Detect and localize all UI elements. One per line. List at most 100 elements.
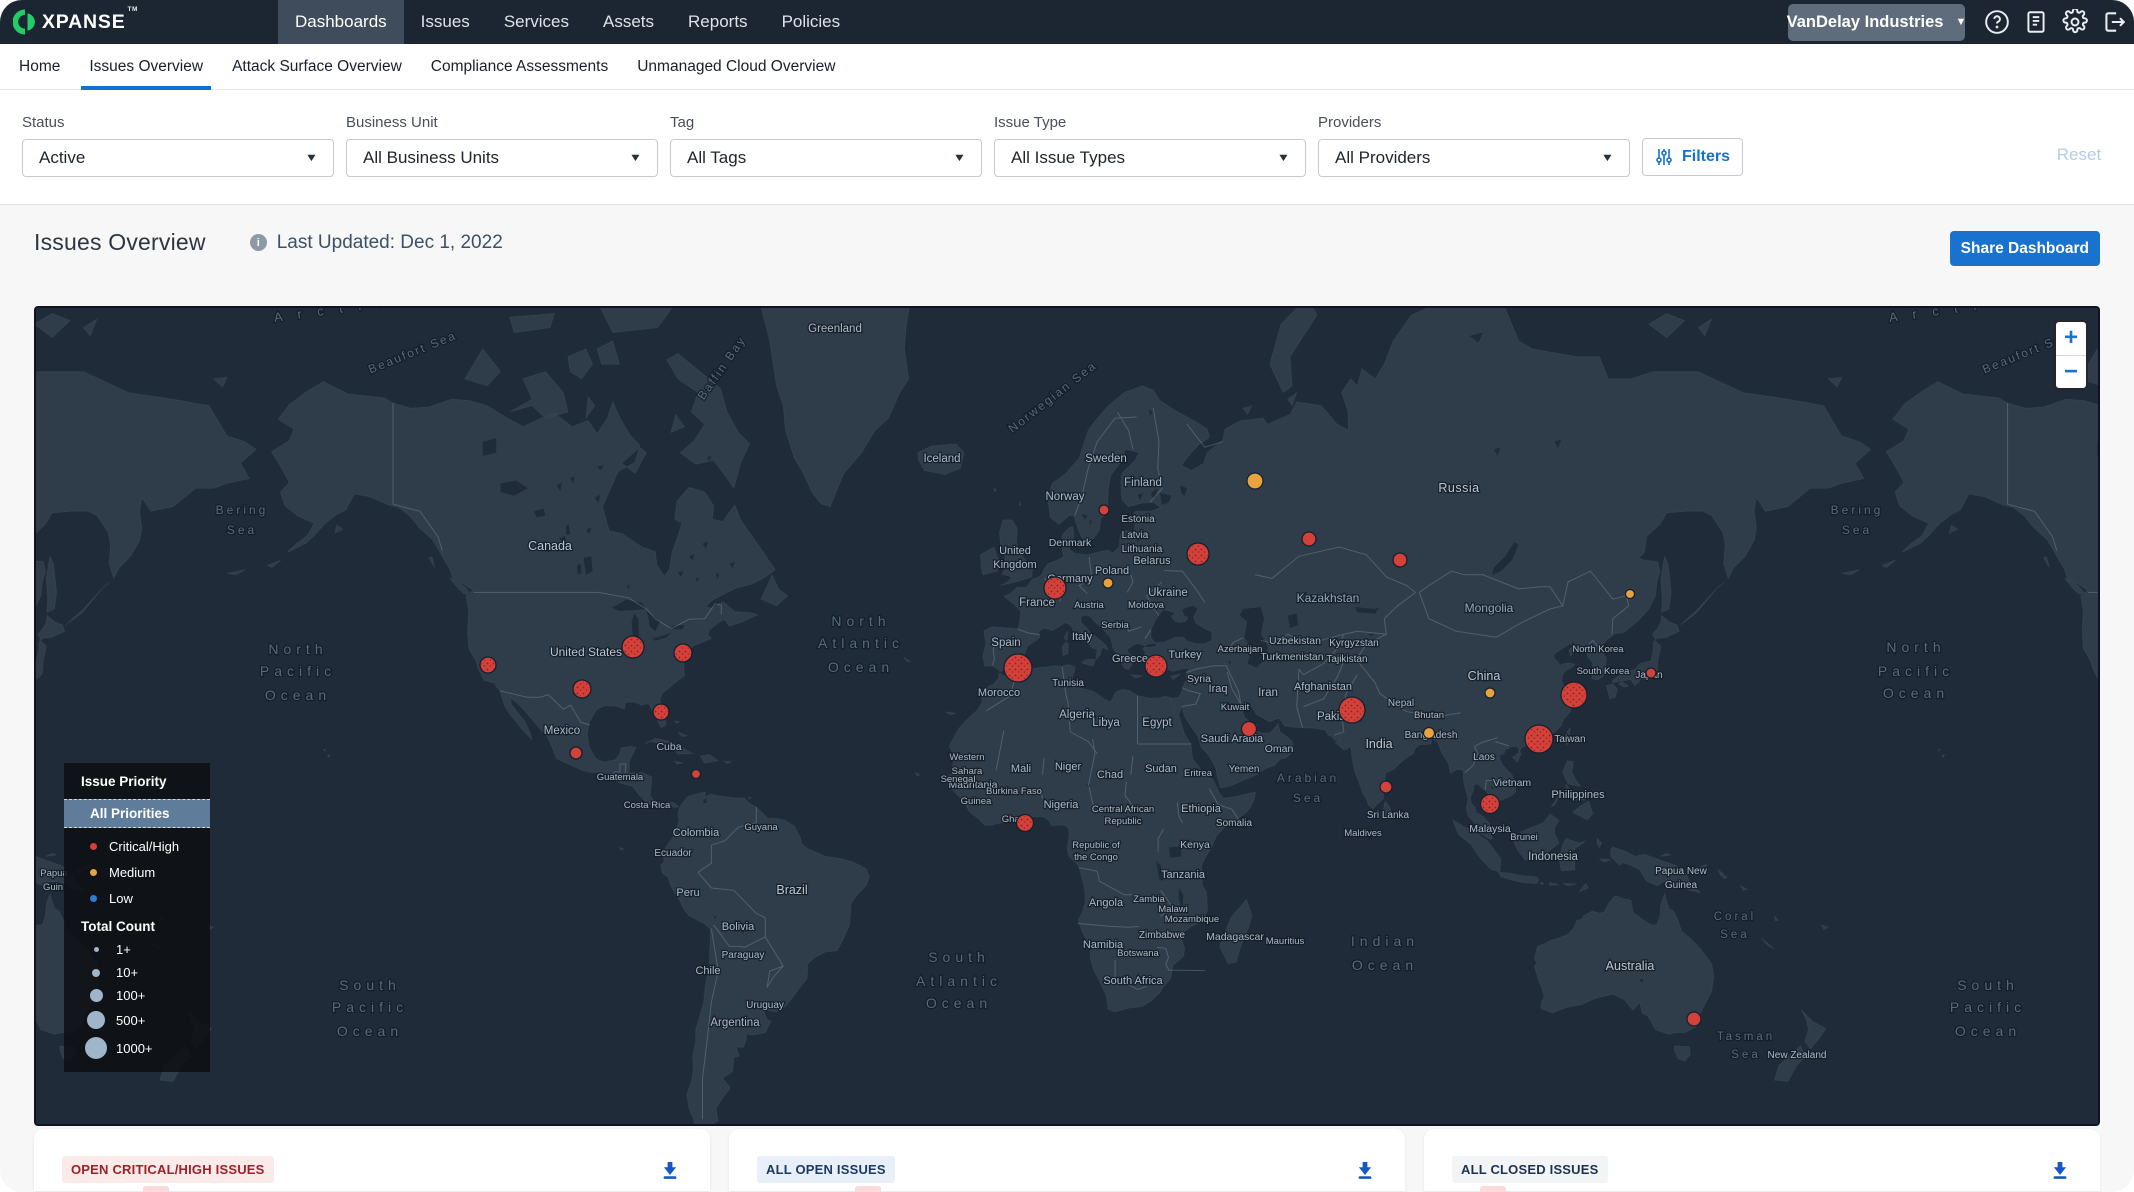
svg-text:Iran: Iran <box>1258 687 1278 699</box>
svg-text:Iceland: Iceland <box>923 453 960 465</box>
svg-text:Afghanistan: Afghanistan <box>1294 681 1352 693</box>
svg-text:Kyrgyzstan: Kyrgyzstan <box>1329 638 1378 649</box>
svg-text:Pacific: Pacific <box>260 663 336 679</box>
svg-text:Bering: Bering <box>1831 503 1884 517</box>
svg-text:Denmark: Denmark <box>1049 537 1092 549</box>
svg-text:Botswana: Botswana <box>1117 948 1159 959</box>
svg-text:Costa Rica: Costa Rica <box>624 800 671 811</box>
svg-text:Sri Lanka: Sri Lanka <box>1367 810 1410 821</box>
svg-text:Ocean: Ocean <box>926 995 992 1011</box>
svg-text:Guinea: Guinea <box>1665 880 1698 891</box>
svg-text:Guin: Guin <box>43 882 63 893</box>
svg-text:Italy: Italy <box>1072 631 1093 643</box>
svg-text:Cuba: Cuba <box>656 741 681 753</box>
svg-text:Ethiopia: Ethiopia <box>1181 803 1222 815</box>
svg-text:Australia: Australia <box>1606 959 1655 973</box>
svg-text:Nigeria: Nigeria <box>1044 799 1080 811</box>
svg-text:Arabian: Arabian <box>1277 771 1339 785</box>
svg-text:Sweden: Sweden <box>1085 453 1127 465</box>
svg-text:Tanzania: Tanzania <box>1161 869 1206 881</box>
svg-text:Western: Western <box>949 752 984 763</box>
svg-text:Oman: Oman <box>1265 743 1294 755</box>
svg-text:Zimbabwe: Zimbabwe <box>1139 930 1186 941</box>
svg-text:Angola: Angola <box>1089 897 1124 909</box>
svg-text:New Zealand: New Zealand <box>1768 1050 1827 1061</box>
svg-text:Serbia: Serbia <box>1101 620 1129 631</box>
svg-text:Taiwan: Taiwan <box>1554 734 1585 745</box>
svg-text:Norway: Norway <box>1046 491 1085 503</box>
svg-text:Sudan: Sudan <box>1145 763 1177 775</box>
svg-text:Latvia: Latvia <box>1122 530 1149 541</box>
svg-text:Greece: Greece <box>1112 653 1148 665</box>
svg-text:Greenland: Greenland <box>808 323 862 335</box>
svg-text:United: United <box>999 545 1031 557</box>
svg-text:North: North <box>268 641 327 657</box>
svg-text:Sea: Sea <box>1293 791 1323 805</box>
svg-text:South: South <box>928 949 990 965</box>
svg-text:Paraguay: Paraguay <box>722 950 765 961</box>
svg-text:Madagascar: Madagascar <box>1206 931 1264 943</box>
svg-text:Ecuador: Ecuador <box>654 848 692 859</box>
svg-text:Kazakhstan: Kazakhstan <box>1297 591 1360 605</box>
svg-text:Kenya: Kenya <box>1180 839 1210 851</box>
svg-text:Coral: Coral <box>1714 911 1756 923</box>
svg-text:Bolivia: Bolivia <box>722 921 755 933</box>
svg-text:Austria: Austria <box>1074 600 1104 611</box>
svg-text:Morocco: Morocco <box>978 687 1020 699</box>
svg-text:Ocean: Ocean <box>1955 1023 2021 1039</box>
svg-text:Bhutan: Bhutan <box>1414 710 1444 721</box>
svg-text:Pacific: Pacific <box>1878 663 1954 679</box>
svg-text:the Congo: the Congo <box>1074 852 1118 863</box>
svg-text:Zambia: Zambia <box>1133 894 1165 905</box>
svg-text:South: South <box>339 977 401 993</box>
svg-text:Russia: Russia <box>1438 481 1479 495</box>
svg-text:Uruguay: Uruguay <box>746 1000 784 1011</box>
svg-text:Argentina: Argentina <box>710 1017 760 1029</box>
svg-text:Senegal: Senegal <box>941 774 976 785</box>
svg-text:China: China <box>1468 669 1501 683</box>
svg-text:Mali: Mali <box>1011 763 1031 775</box>
svg-text:Yemen: Yemen <box>1229 764 1260 775</box>
svg-text:Uzbekistan: Uzbekistan <box>1269 635 1321 647</box>
svg-text:Somalia: Somalia <box>1216 818 1253 829</box>
svg-text:Republic of: Republic of <box>1072 840 1120 851</box>
svg-text:Moldova: Moldova <box>1128 600 1165 611</box>
svg-text:Burkina Faso: Burkina Faso <box>986 786 1042 797</box>
svg-text:South Africa: South Africa <box>1103 975 1163 987</box>
svg-text:Ocean: Ocean <box>265 687 331 703</box>
svg-text:Turkmenistan: Turkmenistan <box>1260 651 1323 663</box>
svg-text:Turkey: Turkey <box>1168 649 1202 661</box>
svg-text:Sea: Sea <box>1842 523 1872 537</box>
svg-text:Maldives: Maldives <box>1344 828 1382 839</box>
svg-text:Guinea: Guinea <box>961 796 992 807</box>
svg-text:Indian: Indian <box>1351 933 1419 949</box>
svg-text:Bering: Bering <box>216 503 269 517</box>
svg-text:India: India <box>1365 737 1392 751</box>
svg-text:Iraq: Iraq <box>1209 683 1228 695</box>
svg-text:Pacific: Pacific <box>1950 999 2026 1015</box>
svg-text:Colombia: Colombia <box>673 827 720 839</box>
svg-text:Canada: Canada <box>528 539 572 553</box>
svg-text:Spain: Spain <box>991 637 1020 649</box>
svg-text:Ocean: Ocean <box>828 659 894 675</box>
svg-text:Kingdom: Kingdom <box>993 559 1036 571</box>
svg-text:Peru: Peru <box>676 887 699 899</box>
svg-text:Tasman: Tasman <box>1717 1031 1775 1043</box>
svg-text:Estonia: Estonia <box>1121 514 1155 525</box>
svg-text:Central African: Central African <box>1092 804 1154 815</box>
svg-text:Niger: Niger <box>1055 761 1082 773</box>
svg-text:Chile: Chile <box>695 965 720 977</box>
svg-text:Sea: Sea <box>1731 1049 1760 1061</box>
svg-text:Brazil: Brazil <box>776 883 807 897</box>
svg-text:Guyana: Guyana <box>744 822 778 833</box>
svg-text:South: South <box>1957 977 2019 993</box>
svg-text:Vietnam: Vietnam <box>1493 777 1532 789</box>
svg-text:Pacific: Pacific <box>332 999 408 1015</box>
svg-text:Sea: Sea <box>1720 929 1749 941</box>
svg-text:Philippines: Philippines <box>1551 789 1605 801</box>
svg-text:Ocean: Ocean <box>1352 957 1418 973</box>
svg-text:Mozambique: Mozambique <box>1165 914 1219 925</box>
svg-text:Azerbaijan: Azerbaijan <box>1218 644 1263 655</box>
svg-text:Guatemala: Guatemala <box>597 772 644 783</box>
svg-text:Atlantic: Atlantic <box>916 973 1002 989</box>
